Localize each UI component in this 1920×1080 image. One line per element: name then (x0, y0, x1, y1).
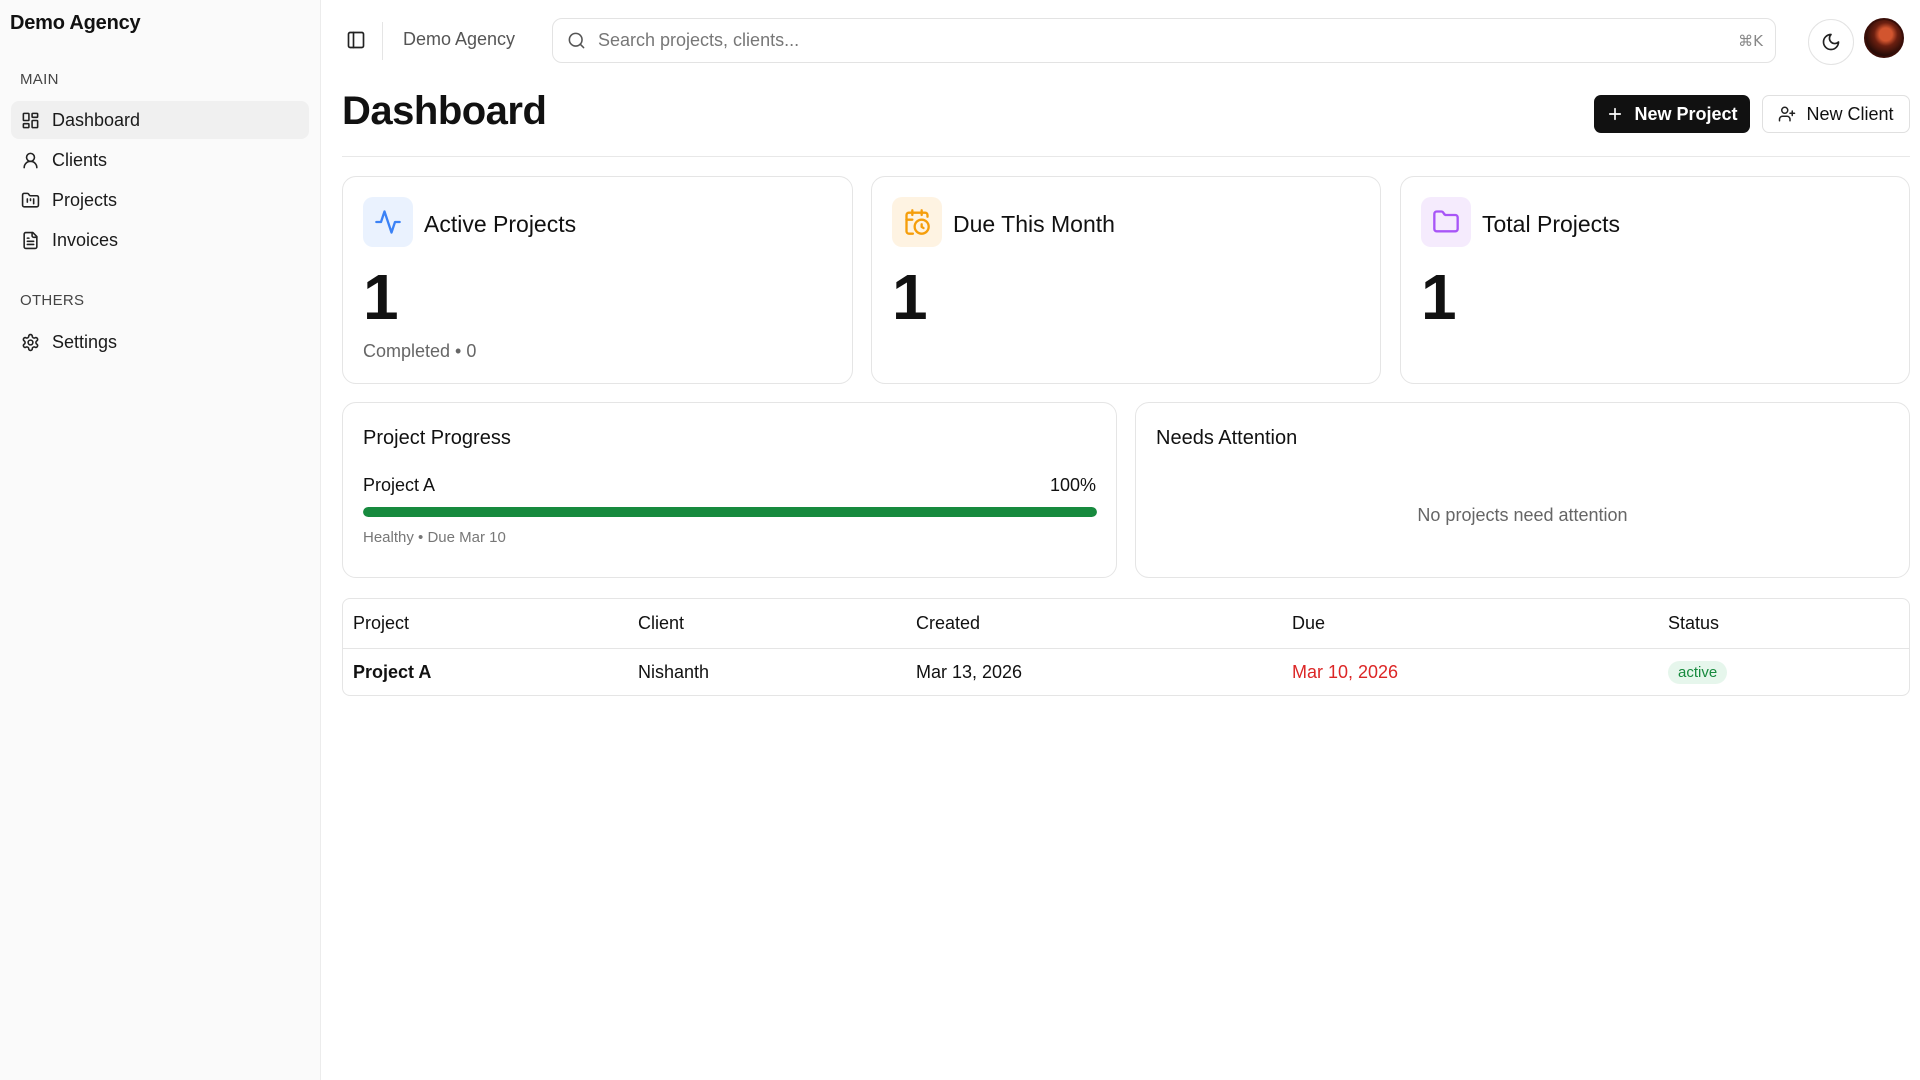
file-text-icon (23, 231, 38, 249)
projects-table: Project Client Created Due Status Projec… (342, 598, 1910, 696)
progress-percent: 100% (1049, 475, 1096, 495)
new-client-button[interactable]: New Client (1762, 95, 1910, 133)
sidebar-item-label: Dashboard (52, 109, 141, 130)
progress-bar-fill (363, 507, 1097, 517)
activity-icon (375, 210, 401, 234)
progress-meta: Healthy • Due Mar 10 (363, 529, 506, 546)
table-row[interactable]: Project A Nishanth Mar 13, 2026 Mar 10, … (343, 648, 1909, 695)
column-header-client[interactable]: Client (628, 599, 906, 649)
section-label-main: MAIN (20, 71, 59, 88)
search-input[interactable] (598, 30, 1727, 51)
breadcrumb[interactable]: Demo Agency (403, 29, 515, 50)
user-icon (23, 152, 38, 168)
column-header-due[interactable]: Due (1282, 599, 1658, 649)
folder-kanban-icon (21, 192, 40, 208)
column-header-project[interactable]: Project (343, 599, 628, 649)
project-progress-card: Project Progress Project A 100% Healthy … (342, 402, 1117, 578)
cell-due: Mar 10, 2026 (1292, 661, 1399, 682)
empty-state-message: No projects need attention (1417, 505, 1628, 525)
stat-value: 1 (363, 261, 399, 333)
sidebar-item-clients[interactable]: Clients (11, 141, 309, 179)
gear-icon (22, 333, 39, 351)
search-icon (568, 32, 585, 49)
cell-project[interactable]: Project A (343, 648, 628, 695)
panel-title: Needs Attention (1156, 427, 1298, 449)
user-plus-icon (1779, 106, 1796, 122)
plus-icon (1609, 107, 1622, 121)
progress-bar (363, 507, 1097, 517)
folder-icon (1433, 210, 1459, 233)
new-project-label: New Project (1634, 103, 1738, 124)
cell-status: active (1658, 648, 1909, 695)
avatar[interactable] (1864, 18, 1904, 58)
sidebar-item-label: Clients (52, 149, 108, 170)
column-header-status[interactable]: Status (1658, 599, 1909, 649)
stat-icon-wrap (1421, 197, 1471, 247)
sidebar: Demo Agency MAIN Dashboard Clients Proje… (0, 0, 321, 1080)
needs-attention-card: Needs Attention No projects need attenti… (1135, 402, 1910, 578)
sidebar-item-settings[interactable]: Settings (11, 323, 309, 361)
panel-left-icon (347, 31, 365, 49)
calendar-clock-icon (905, 209, 930, 235)
sidebar-item-label: Settings (52, 331, 118, 352)
divider (382, 22, 383, 60)
stat-card-due-this-month: Due This Month 1 (871, 176, 1381, 384)
stat-title: Active Projects (424, 211, 577, 237)
brand-name: Demo Agency (10, 12, 141, 34)
progress-project-name: Project A (363, 475, 436, 495)
stat-subtext: Completed • 0 (363, 341, 477, 361)
sidebar-item-dashboard[interactable]: Dashboard (11, 101, 309, 139)
sidebar-item-label: Invoices (52, 229, 119, 250)
status-badge: active (1668, 660, 1728, 684)
topbar: Demo Agency ⌘K (322, 0, 1920, 80)
search-shortcut: ⌘K (1738, 31, 1763, 50)
panel-title: Project Progress (363, 427, 511, 449)
layout-grid-icon (22, 112, 39, 128)
page-title: Dashboard (342, 89, 547, 133)
cell-created: Mar 13, 2026 (916, 661, 1023, 682)
stat-title: Due This Month (953, 211, 1115, 237)
cell-client: Nishanth (638, 661, 710, 682)
stat-value: 1 (1421, 261, 1457, 333)
header-divider (342, 156, 1910, 157)
stat-card-total-projects: Total Projects 1 (1400, 176, 1910, 384)
sidebar-toggle-button[interactable] (342, 26, 370, 54)
stat-icon-wrap (363, 197, 413, 247)
stat-title: Total Projects (1482, 211, 1621, 237)
moon-icon (1822, 33, 1840, 51)
table-header-row: Project Client Created Due Status (343, 599, 1909, 649)
sidebar-item-invoices[interactable]: Invoices (11, 221, 309, 259)
stat-card-active-projects: Active Projects 1 Completed • 0 (342, 176, 853, 384)
column-header-created[interactable]: Created (906, 599, 1282, 649)
stat-icon-wrap (892, 197, 942, 247)
section-label-others: OTHERS (20, 292, 85, 309)
sidebar-item-projects[interactable]: Projects (11, 181, 309, 219)
sidebar-item-label: Projects (52, 189, 118, 210)
stat-value: 1 (892, 261, 928, 333)
new-project-button[interactable]: New Project (1594, 95, 1750, 133)
theme-toggle-button[interactable] (1808, 19, 1854, 65)
new-client-label: New Client (1806, 103, 1894, 124)
search-bar[interactable]: ⌘K (552, 18, 1776, 63)
